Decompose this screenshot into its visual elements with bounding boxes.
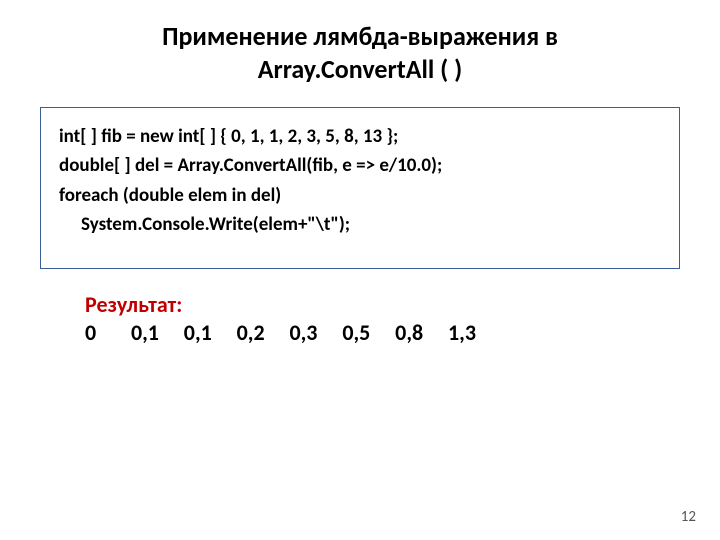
result-label: Результат: <box>85 291 690 320</box>
code-block: int[ ] fib = new int[ ] { 0, 1, 1, 2, 3,… <box>40 107 680 269</box>
code-line-2: double[ ] del = Array.ConvertAll(fib, e … <box>59 151 661 180</box>
slide-title: Применение лямбда-выражения в Array.Conv… <box>30 20 690 85</box>
title-line-1: Применение лямбда-выражения в <box>162 20 558 52</box>
code-line-1: int[ ] fib = new int[ ] { 0, 1, 1, 2, 3,… <box>59 122 661 151</box>
result-values: 0 0,1 0,1 0,2 0,3 0,5 0,8 1,3 <box>85 319 690 348</box>
page-number: 12 <box>681 508 696 526</box>
result-section: Результат: 0 0,1 0,1 0,2 0,3 0,5 0,8 1,3 <box>85 291 690 348</box>
code-line-4: System.Console.Write(elem+"\t"); <box>59 210 661 239</box>
slide-container: Применение лямбда-выражения в Array.Conv… <box>0 0 720 540</box>
title-line-2: Array.ConvertAll ( ) <box>258 53 462 85</box>
code-line-3: foreach (double elem in del) <box>59 181 661 210</box>
